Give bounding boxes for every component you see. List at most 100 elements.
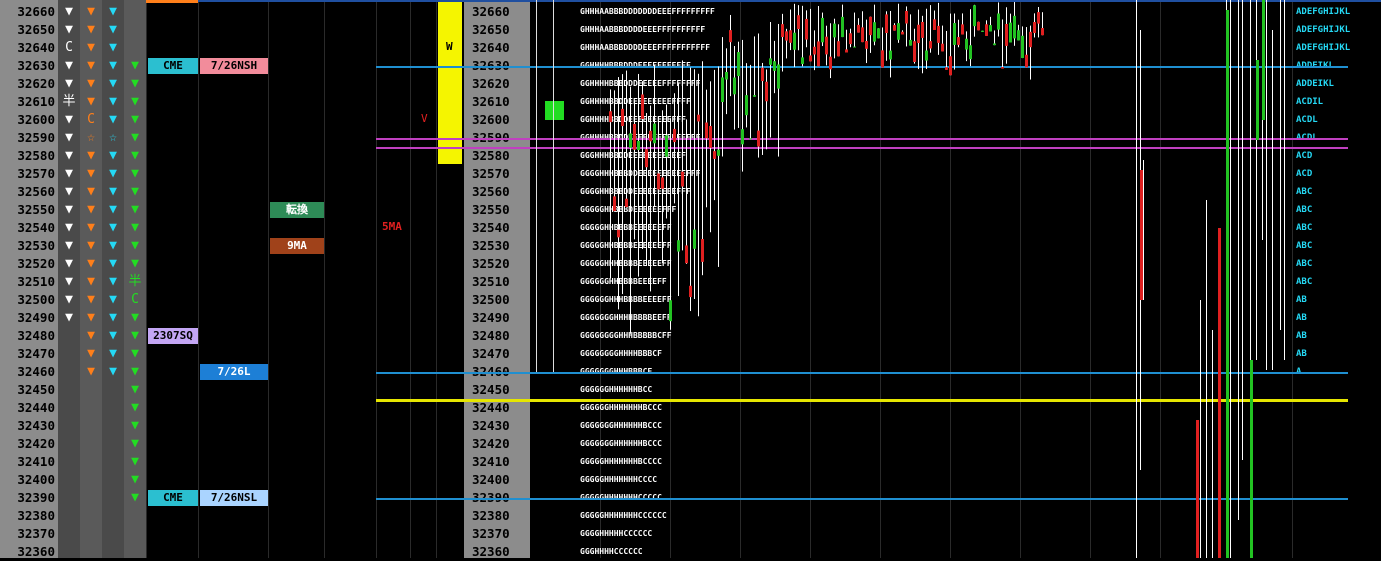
- candle-body: [681, 171, 684, 187]
- candle-body: [937, 25, 940, 43]
- candle-body: [677, 240, 680, 252]
- candle-body: [621, 108, 624, 127]
- candle-body: [869, 16, 872, 36]
- candle-wick: [1238, 0, 1239, 520]
- candle-body: [1025, 54, 1028, 68]
- candle-wick: [678, 83, 679, 297]
- candle-body: [1001, 66, 1004, 69]
- candle-wick: [686, 119, 687, 264]
- candle-wick: [994, 30, 995, 46]
- candle-body: [1218, 228, 1221, 558]
- candle-body: [745, 95, 748, 116]
- candle-body: [929, 41, 932, 49]
- candle-wick: [690, 67, 691, 312]
- candle-wick: [618, 77, 619, 310]
- candle-wick: [694, 69, 695, 299]
- candle-body: [989, 25, 992, 32]
- candle-body: [881, 50, 884, 68]
- candle-body: [1262, 0, 1265, 120]
- candle-body: [689, 285, 692, 298]
- candle-body: [981, 30, 984, 32]
- candle-body: [673, 128, 676, 143]
- candle-body: [889, 50, 892, 60]
- candle-wick: [714, 69, 715, 201]
- candle-wick: [634, 100, 635, 240]
- candle-body: [785, 31, 788, 41]
- candle-body: [917, 24, 920, 44]
- candle-body: [941, 43, 944, 52]
- candle-wick: [630, 86, 631, 334]
- candle-body: [813, 46, 816, 55]
- candle-wick: [710, 81, 711, 233]
- candle-body: [629, 133, 632, 148]
- candle-wick: [638, 73, 639, 277]
- candle-wick: [666, 104, 667, 219]
- candle-wick: [698, 73, 699, 317]
- candle-wick: [1212, 330, 1213, 558]
- candle-body: [749, 138, 752, 140]
- candle-body: [661, 177, 664, 189]
- candle-body: [1021, 35, 1024, 58]
- candle-body: [857, 24, 860, 33]
- candle-body: [921, 21, 924, 38]
- candle-body: [973, 5, 976, 27]
- candle-body: [789, 30, 792, 43]
- candle-body: [965, 38, 968, 50]
- candle-body: [817, 41, 820, 67]
- candle-body: [949, 56, 952, 76]
- candle-body: [609, 111, 612, 123]
- candle-body: [1029, 31, 1032, 48]
- candle-wick: [890, 10, 891, 78]
- candle-wick: [674, 93, 675, 204]
- candle-wick: [1136, 0, 1137, 558]
- candle-wick: [682, 60, 683, 251]
- candle-body: [945, 67, 948, 70]
- candle-body: [669, 300, 672, 322]
- candle-wick: [1143, 160, 1144, 300]
- candle-body: [805, 18, 808, 40]
- candle-body: [1226, 10, 1229, 558]
- candle-wick: [622, 74, 623, 295]
- candle-body: [717, 149, 720, 156]
- candle-body: [961, 24, 964, 35]
- candle-body: [729, 30, 732, 43]
- candle-body: [1013, 15, 1016, 39]
- candle-body: [993, 43, 996, 46]
- candlestick-chart: [609, 0, 1285, 558]
- candle-body: [841, 16, 844, 38]
- candle-body: [641, 94, 644, 119]
- candle-body: [1017, 30, 1020, 41]
- candle-body: [849, 33, 852, 45]
- candle-body: [1256, 60, 1259, 140]
- candle-body: [649, 130, 652, 142]
- candle-body: [933, 19, 936, 31]
- candle-wick: [1284, 0, 1285, 360]
- candle-body: [665, 135, 668, 157]
- candle-wick: [1206, 200, 1207, 558]
- candle-body: [781, 24, 784, 38]
- candle-body: [701, 238, 704, 262]
- candle-wick: [790, 9, 791, 51]
- candle-wick: [1280, 0, 1281, 330]
- candle-body: [721, 77, 724, 103]
- candle-body: [905, 10, 908, 24]
- candle-body: [753, 95, 756, 97]
- candle-wick: [854, 12, 855, 48]
- candle-body: [1037, 12, 1040, 24]
- candle-body: [833, 23, 836, 38]
- candle-wick: [1266, 0, 1267, 370]
- candle-body: [997, 13, 1000, 30]
- candle-body: [977, 21, 980, 31]
- candle-wick: [1242, 0, 1243, 460]
- candle-wick: [646, 113, 647, 266]
- candle-body: [733, 77, 736, 95]
- candle-wick: [730, 14, 731, 97]
- candle-wick: [1200, 300, 1201, 558]
- candle-body: [893, 25, 896, 31]
- candle-body: [765, 81, 768, 102]
- candle-body: [821, 17, 824, 43]
- candle-body: [705, 122, 708, 139]
- candle-wick: [1272, 30, 1273, 370]
- candle-wick: [830, 23, 831, 79]
- candle-wick: [810, 8, 811, 62]
